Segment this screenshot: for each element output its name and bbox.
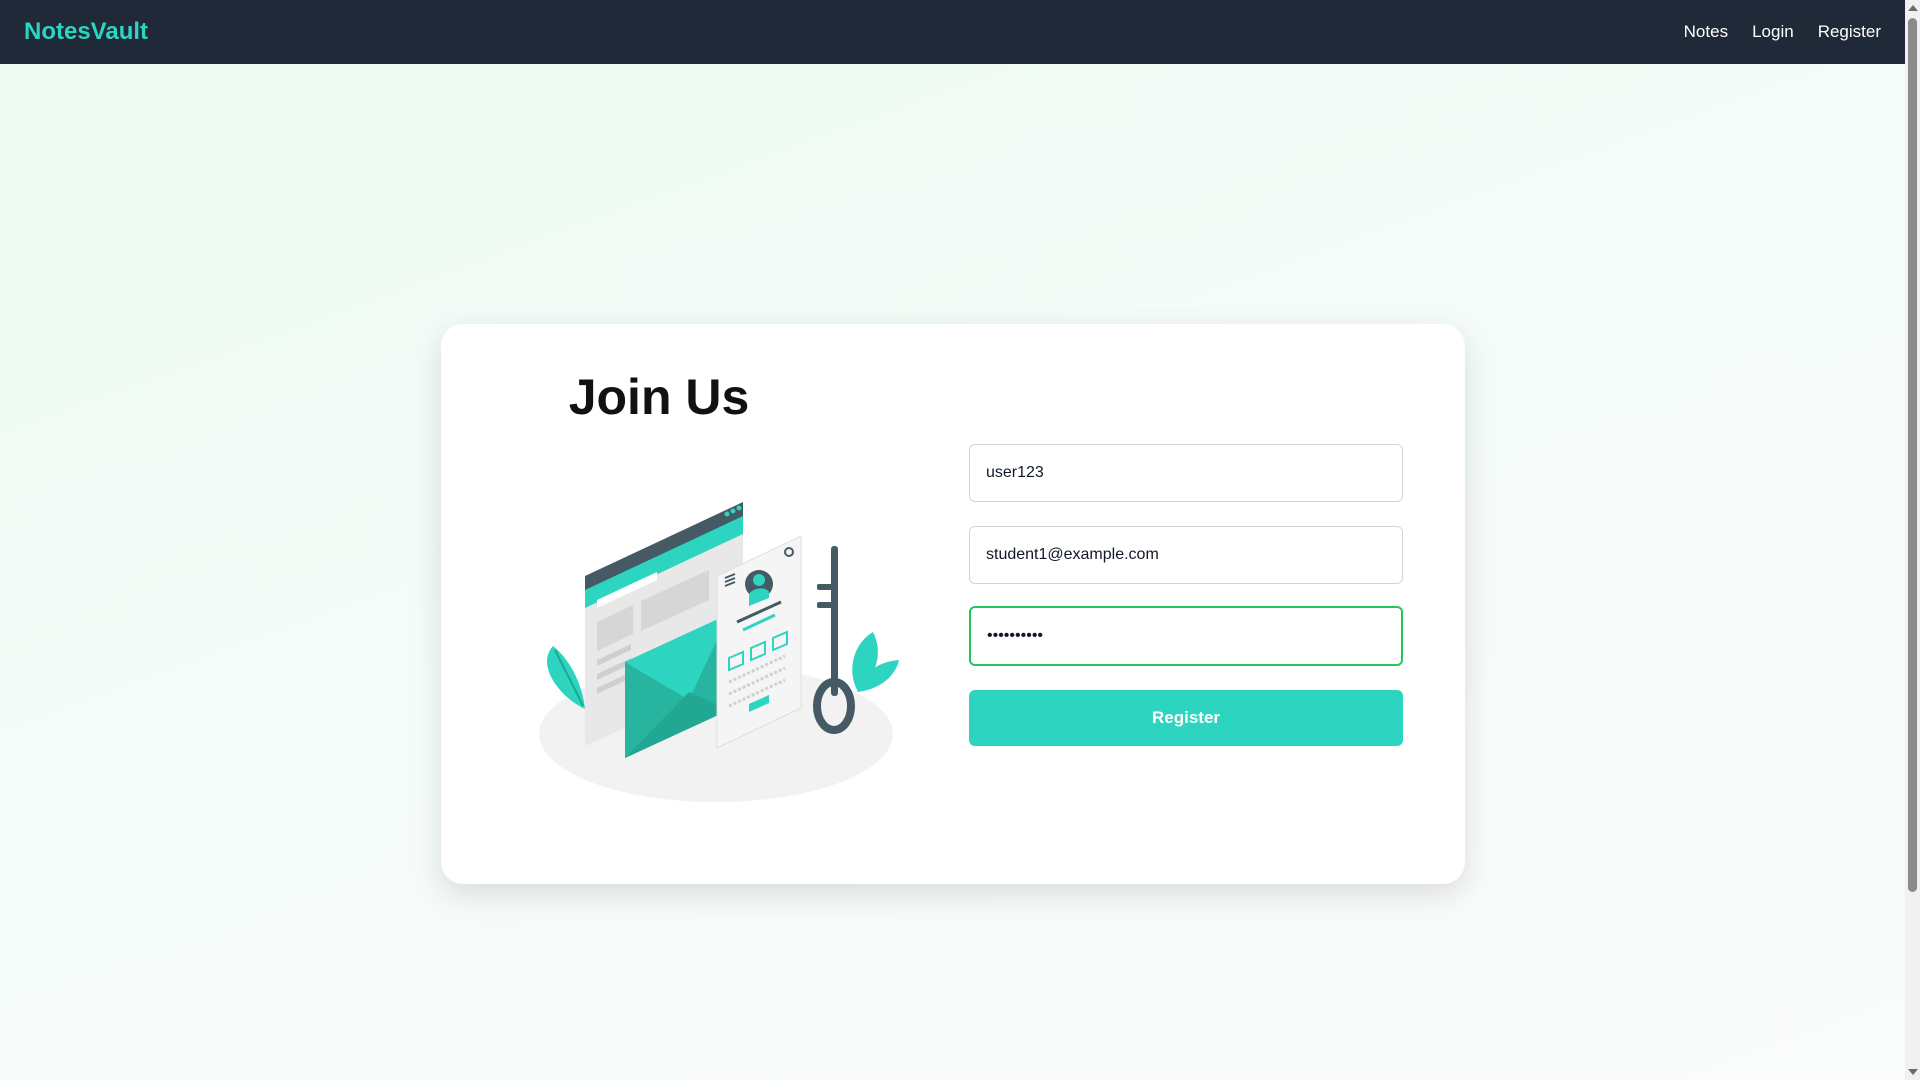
brand-logo[interactable]: NotesVault: [24, 18, 148, 46]
scroll-thumb[interactable]: [1908, 18, 1917, 892]
password-field[interactable]: [969, 606, 1403, 666]
register-button[interactable]: Register: [969, 690, 1403, 746]
navbar: NotesVault Notes Login Register: [0, 0, 1905, 64]
nav-links: Notes Login Register: [1684, 22, 1881, 42]
page-title: Join Us: [568, 369, 750, 425]
scrollbar[interactable]: [1905, 0, 1920, 1080]
scroll-down-icon[interactable]: [1908, 1069, 1918, 1075]
register-card: Join Us user123 student1@example.com •••…: [441, 324, 1465, 884]
nav-link-register[interactable]: Register: [1818, 22, 1881, 42]
email-field[interactable]: [969, 526, 1403, 584]
scroll-up-icon[interactable]: [1908, 5, 1918, 11]
registration-illustration: [539, 502, 899, 802]
nav-link-notes[interactable]: Notes: [1684, 22, 1728, 42]
username-field[interactable]: [969, 444, 1403, 502]
register-form: Register: [969, 444, 1403, 746]
nav-link-login[interactable]: Login: [1752, 22, 1794, 42]
